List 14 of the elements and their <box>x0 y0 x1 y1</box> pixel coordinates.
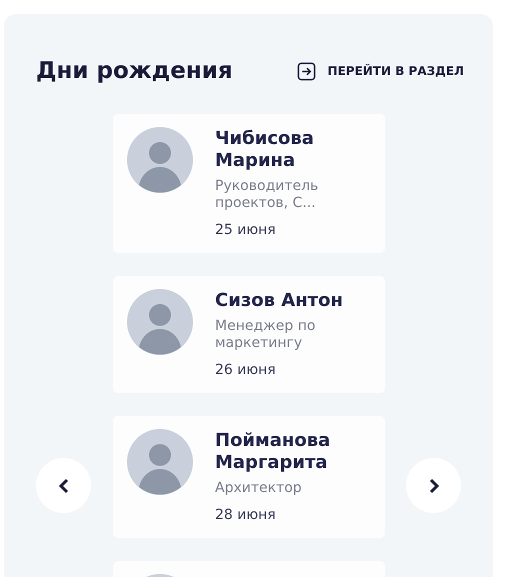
section-link[interactable]: ПЕРЕЙТИ В РАЗДЕЛ <box>296 62 464 80</box>
birthday-date: 25 июня <box>215 221 277 239</box>
person-name: Чибисова Марина <box>215 128 315 172</box>
person-card[interactable]: Чибисова Марина Руководитель проектов, С... 25 июня <box>113 114 385 253</box>
person-role: Архитектор <box>215 480 303 497</box>
person-name: Сизов Антон <box>215 290 344 312</box>
person-card[interactable]: Сизов Антон Менеджер по маркетингу 26 июня <box>113 276 385 393</box>
person-card[interactable]: Пойманова Маргарита Архитектор 28 июня <box>113 416 385 538</box>
widget-title: Дни рождения <box>36 58 233 84</box>
birthday-date: 28 июня <box>215 506 277 524</box>
person-name: Пойманова Маргарита <box>215 430 332 474</box>
person-role: Менеджер по маркетингу <box>215 318 316 352</box>
birthday-date: 26 июня <box>215 361 277 379</box>
person-role: Руководитель проектов, С... <box>215 178 320 212</box>
